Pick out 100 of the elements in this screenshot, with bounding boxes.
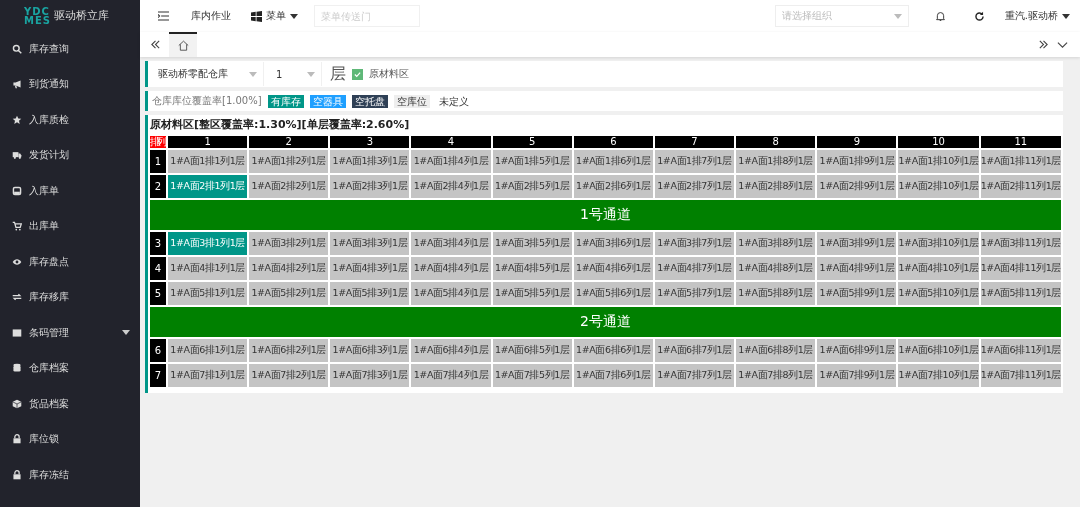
storage-slot[interactable]: 1#A面5排7列1层 bbox=[654, 282, 735, 305]
sidebar-item[interactable]: 到货通知 bbox=[0, 66, 140, 102]
storage-slot[interactable]: 1#A面2排11列1层 bbox=[980, 175, 1061, 198]
storage-slot[interactable]: 1#A面7排2列1层 bbox=[249, 364, 329, 387]
storage-slot[interactable]: 1#A面4排9列1层 bbox=[817, 257, 897, 280]
storage-slot[interactable]: 1#A面6排7列1层 bbox=[654, 339, 735, 362]
storage-slot[interactable]: 1#A面6排10列1层 bbox=[898, 339, 979, 362]
storage-slot[interactable]: 1#A面2排10列1层 bbox=[898, 175, 979, 198]
sidebar-item[interactable]: 发货计划 bbox=[0, 137, 140, 173]
storage-slot[interactable]: 1#A面3排6列1层 bbox=[573, 232, 653, 255]
storage-slot[interactable]: 1#A面3排5列1层 bbox=[492, 232, 572, 255]
storage-slot[interactable]: 1#A面6排4列1层 bbox=[411, 339, 491, 362]
storage-slot[interactable]: 1#A面2排7列1层 bbox=[654, 175, 735, 198]
scroll-right-icon[interactable] bbox=[1038, 39, 1049, 50]
sidebar-item[interactable]: 入库单 bbox=[0, 173, 140, 209]
sidebar-item[interactable]: 库存查询 bbox=[0, 31, 140, 67]
storage-slot[interactable]: 1#A面4排7列1层 bbox=[654, 257, 735, 280]
sidebar-item[interactable]: 条码管理 bbox=[0, 315, 140, 351]
storage-slot[interactable]: 1#A面7排5列1层 bbox=[492, 364, 572, 387]
storage-slot[interactable]: 1#A面5排5列1层 bbox=[492, 282, 572, 305]
storage-slot[interactable]: 1#A面7排1列1层 bbox=[168, 364, 248, 387]
storage-slot[interactable]: 1#A面6排1列1层 bbox=[168, 339, 248, 362]
storage-slot[interactable]: 1#A面1排5列1层 bbox=[492, 150, 572, 173]
storage-slot[interactable]: 1#A面2排9列1层 bbox=[817, 175, 897, 198]
storage-slot[interactable]: 1#A面3排9列1层 bbox=[817, 232, 897, 255]
storage-slot[interactable]: 1#A面7排11列1层 bbox=[980, 364, 1061, 387]
storage-slot[interactable]: 1#A面6排9列1层 bbox=[817, 339, 897, 362]
storage-slot[interactable]: 1#A面1排8列1层 bbox=[736, 150, 816, 173]
storage-slot[interactable]: 1#A面2排4列1层 bbox=[411, 175, 491, 198]
storage-slot[interactable]: 1#A面4排1列1层 bbox=[168, 257, 248, 280]
storage-slot[interactable]: 1#A面5排11列1层 bbox=[980, 282, 1061, 305]
sidebar-item[interactable]: 出库单 bbox=[0, 208, 140, 244]
storage-slot[interactable]: 1#A面4排8列1层 bbox=[736, 257, 816, 280]
storage-slot[interactable]: 1#A面2排6列1层 bbox=[573, 175, 653, 198]
storage-slot[interactable]: 1#A面3排1列1层 bbox=[168, 232, 248, 255]
storage-slot[interactable]: 1#A面2排1列1层 bbox=[168, 175, 248, 198]
storage-slot[interactable]: 1#A面1排4列1层 bbox=[411, 150, 491, 173]
storage-slot[interactable]: 1#A面6排8列1层 bbox=[736, 339, 816, 362]
storage-slot[interactable]: 1#A面6排2列1层 bbox=[249, 339, 329, 362]
sidebar-item[interactable]: 仓库档案 bbox=[0, 350, 140, 386]
menu-button[interactable]: 菜单 bbox=[251, 9, 298, 23]
storage-slot[interactable]: 1#A面4排6列1层 bbox=[573, 257, 653, 280]
storage-slot[interactable]: 1#A面1排10列1层 bbox=[898, 150, 979, 173]
storage-slot[interactable]: 1#A面7排9列1层 bbox=[817, 364, 897, 387]
refresh-icon[interactable] bbox=[973, 10, 985, 22]
storage-slot[interactable]: 1#A面3排8列1层 bbox=[736, 232, 816, 255]
storage-slot[interactable]: 1#A面4排2列1层 bbox=[249, 257, 329, 280]
storage-slot[interactable]: 1#A面1排1列1层 bbox=[168, 150, 248, 173]
storage-slot[interactable]: 1#A面1排2列1层 bbox=[249, 150, 329, 173]
storage-slot[interactable]: 1#A面4排4列1层 bbox=[411, 257, 491, 280]
storage-slot[interactable]: 1#A面6排11列1层 bbox=[980, 339, 1061, 362]
home-tab[interactable] bbox=[169, 32, 197, 57]
storage-slot[interactable]: 1#A面7排6列1层 bbox=[573, 364, 653, 387]
storage-slot[interactable]: 1#A面7排7列1层 bbox=[654, 364, 735, 387]
storage-slot[interactable]: 1#A面3排10列1层 bbox=[898, 232, 979, 255]
storage-slot[interactable]: 1#A面1排7列1层 bbox=[654, 150, 735, 173]
layer-select[interactable]: 1 bbox=[270, 62, 322, 86]
storage-slot[interactable]: 1#A面1排9列1层 bbox=[817, 150, 897, 173]
storage-slot[interactable]: 1#A面5排8列1层 bbox=[736, 282, 816, 305]
storage-slot[interactable]: 1#A面3排3列1层 bbox=[330, 232, 410, 255]
storage-slot[interactable]: 1#A面1排11列1层 bbox=[980, 150, 1061, 173]
storage-slot[interactable]: 1#A面7排3列1层 bbox=[330, 364, 410, 387]
menu-icon[interactable] bbox=[158, 11, 169, 21]
sidebar-item[interactable]: 入库质检 bbox=[0, 102, 140, 138]
storage-slot[interactable]: 1#A面4排5列1层 bbox=[492, 257, 572, 280]
storage-slot[interactable]: 1#A面2排3列1层 bbox=[330, 175, 410, 198]
bell-icon[interactable] bbox=[934, 10, 946, 22]
storage-slot[interactable]: 1#A面7排4列1层 bbox=[411, 364, 491, 387]
storage-slot[interactable]: 1#A面1排3列1层 bbox=[330, 150, 410, 173]
scroll-left-icon[interactable] bbox=[150, 39, 161, 50]
storage-slot[interactable]: 1#A面5排10列1层 bbox=[898, 282, 979, 305]
storage-slot[interactable]: 1#A面5排4列1层 bbox=[411, 282, 491, 305]
storage-slot[interactable]: 1#A面6排3列1层 bbox=[330, 339, 410, 362]
storage-slot[interactable]: 1#A面1排6列1层 bbox=[573, 150, 653, 173]
sidebar-item[interactable]: 库存移库 bbox=[0, 279, 140, 315]
sidebar-item[interactable]: 库位锁 bbox=[0, 421, 140, 457]
module-tab[interactable]: 库内作业 bbox=[191, 9, 231, 23]
storage-slot[interactable]: 1#A面5排1列1层 bbox=[168, 282, 248, 305]
storage-slot[interactable]: 1#A面3排2列1层 bbox=[249, 232, 329, 255]
sidebar-item[interactable]: 库存盘点 bbox=[0, 244, 140, 280]
storage-slot[interactable]: 1#A面2排2列1层 bbox=[249, 175, 329, 198]
storage-slot[interactable]: 1#A面6排5列1层 bbox=[492, 339, 572, 362]
user-menu[interactable]: 重汽.驱动桥 bbox=[1004, 9, 1070, 23]
warehouse-select[interactable]: 驱动桥零配仓库 bbox=[152, 62, 264, 86]
storage-slot[interactable]: 1#A面4排11列1层 bbox=[980, 257, 1061, 280]
storage-slot[interactable]: 1#A面4排10列1层 bbox=[898, 257, 979, 280]
storage-slot[interactable]: 1#A面3排11列1层 bbox=[980, 232, 1061, 255]
storage-slot[interactable]: 1#A面2排5列1层 bbox=[492, 175, 572, 198]
storage-slot[interactable]: 1#A面5排2列1层 bbox=[249, 282, 329, 305]
storage-slot[interactable]: 1#A面3排4列1层 bbox=[411, 232, 491, 255]
storage-slot[interactable]: 1#A面5排6列1层 bbox=[573, 282, 653, 305]
storage-slot[interactable]: 1#A面5排9列1层 bbox=[817, 282, 897, 305]
storage-slot[interactable]: 1#A面4排3列1层 bbox=[330, 257, 410, 280]
storage-slot[interactable]: 1#A面3排7列1层 bbox=[654, 232, 735, 255]
storage-slot[interactable]: 1#A面5排3列1层 bbox=[330, 282, 410, 305]
sidebar-item[interactable]: 货品档案 bbox=[0, 386, 140, 422]
chevron-down-icon[interactable] bbox=[1057, 39, 1068, 50]
storage-slot[interactable]: 1#A面7排10列1层 bbox=[898, 364, 979, 387]
checkbox[interactable] bbox=[352, 68, 363, 80]
storage-slot[interactable]: 1#A面6排6列1层 bbox=[573, 339, 653, 362]
